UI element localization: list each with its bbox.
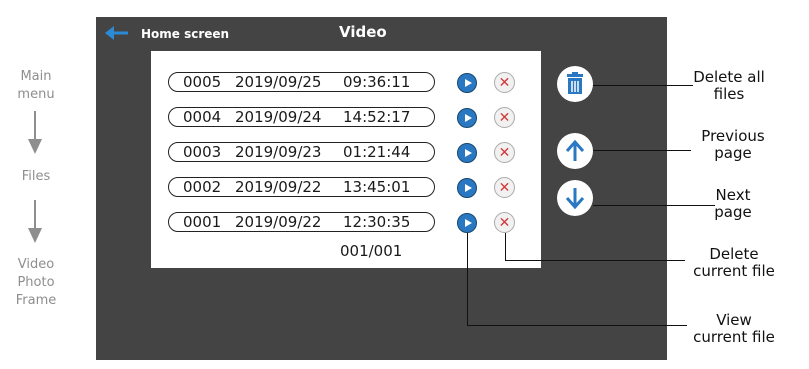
file-row[interactable]: 0004 2019/09/24 14:52:17: [168, 107, 435, 127]
delete-file-button[interactable]: ✕: [494, 177, 515, 198]
back-arrow-icon[interactable]: [105, 25, 129, 41]
callout-view-current: View current file: [693, 311, 775, 346]
trash-icon: [567, 72, 583, 94]
arrow-down-icon: [28, 200, 42, 243]
file-date: 2019/09/25: [235, 73, 322, 91]
file-number: 0001: [183, 213, 222, 231]
delete-file-button[interactable]: ✕: [494, 212, 515, 233]
play-button[interactable]: [457, 213, 477, 233]
delete-all-button[interactable]: [557, 66, 593, 102]
file-time: 01:21:44: [343, 143, 411, 161]
file-time: 12:30:35: [343, 213, 411, 231]
file-number: 0003: [183, 143, 222, 161]
file-time: 14:52:17: [343, 108, 411, 126]
arrow-down-icon: [28, 111, 42, 154]
home-screen-link[interactable]: Home screen: [141, 27, 229, 41]
callout-line: [593, 85, 693, 86]
file-number: 0002: [183, 178, 222, 196]
callout-next-page: Next page: [714, 186, 752, 221]
delete-file-button[interactable]: ✕: [494, 72, 515, 93]
previous-page-button[interactable]: [557, 133, 593, 169]
callout-delete-current: Delete current file: [693, 245, 775, 280]
file-row[interactable]: 0003 2019/09/23 01:21:44: [168, 142, 435, 162]
arrow-down-icon: [565, 188, 585, 210]
arrow-up-icon: [565, 139, 585, 161]
file-date: 2019/09/24: [235, 108, 322, 126]
callout-line: [593, 150, 691, 151]
file-time: 09:36:11: [343, 73, 411, 91]
file-time: 13:45:01: [343, 178, 411, 196]
file-number: 0005: [183, 73, 222, 91]
callout-line: [467, 233, 468, 325]
delete-file-button[interactable]: ✕: [494, 142, 515, 163]
callout-delete-all: Delete all files: [693, 68, 765, 103]
file-number: 0004: [183, 108, 222, 126]
next-page-button[interactable]: [557, 180, 593, 216]
play-button[interactable]: [457, 108, 477, 128]
play-button[interactable]: [457, 73, 477, 93]
callout-line: [467, 325, 687, 326]
play-button[interactable]: [457, 178, 477, 198]
page-counter: 001/001: [340, 242, 403, 260]
file-date: 2019/09/23: [235, 143, 322, 161]
screen-title: Video: [339, 23, 387, 41]
file-row[interactable]: 0002 2019/09/22 13:45:01: [168, 177, 435, 197]
file-row[interactable]: 0005 2019/09/25 09:36:11: [168, 72, 435, 92]
file-date: 2019/09/22: [235, 178, 322, 196]
nav-step-video-photo-frame: Video Photo Frame: [15, 257, 57, 308]
callout-previous-page: Previous page: [701, 127, 765, 162]
play-button[interactable]: [457, 143, 477, 163]
file-row[interactable]: 0001 2019/09/22 12:30:35: [168, 212, 435, 232]
callout-line: [505, 233, 506, 260]
nav-step-main-menu: Main menu: [17, 69, 55, 102]
file-date: 2019/09/22: [235, 213, 322, 231]
nav-step-files: Files: [21, 169, 51, 184]
callout-line: [505, 260, 685, 261]
delete-file-button[interactable]: ✕: [494, 107, 515, 128]
